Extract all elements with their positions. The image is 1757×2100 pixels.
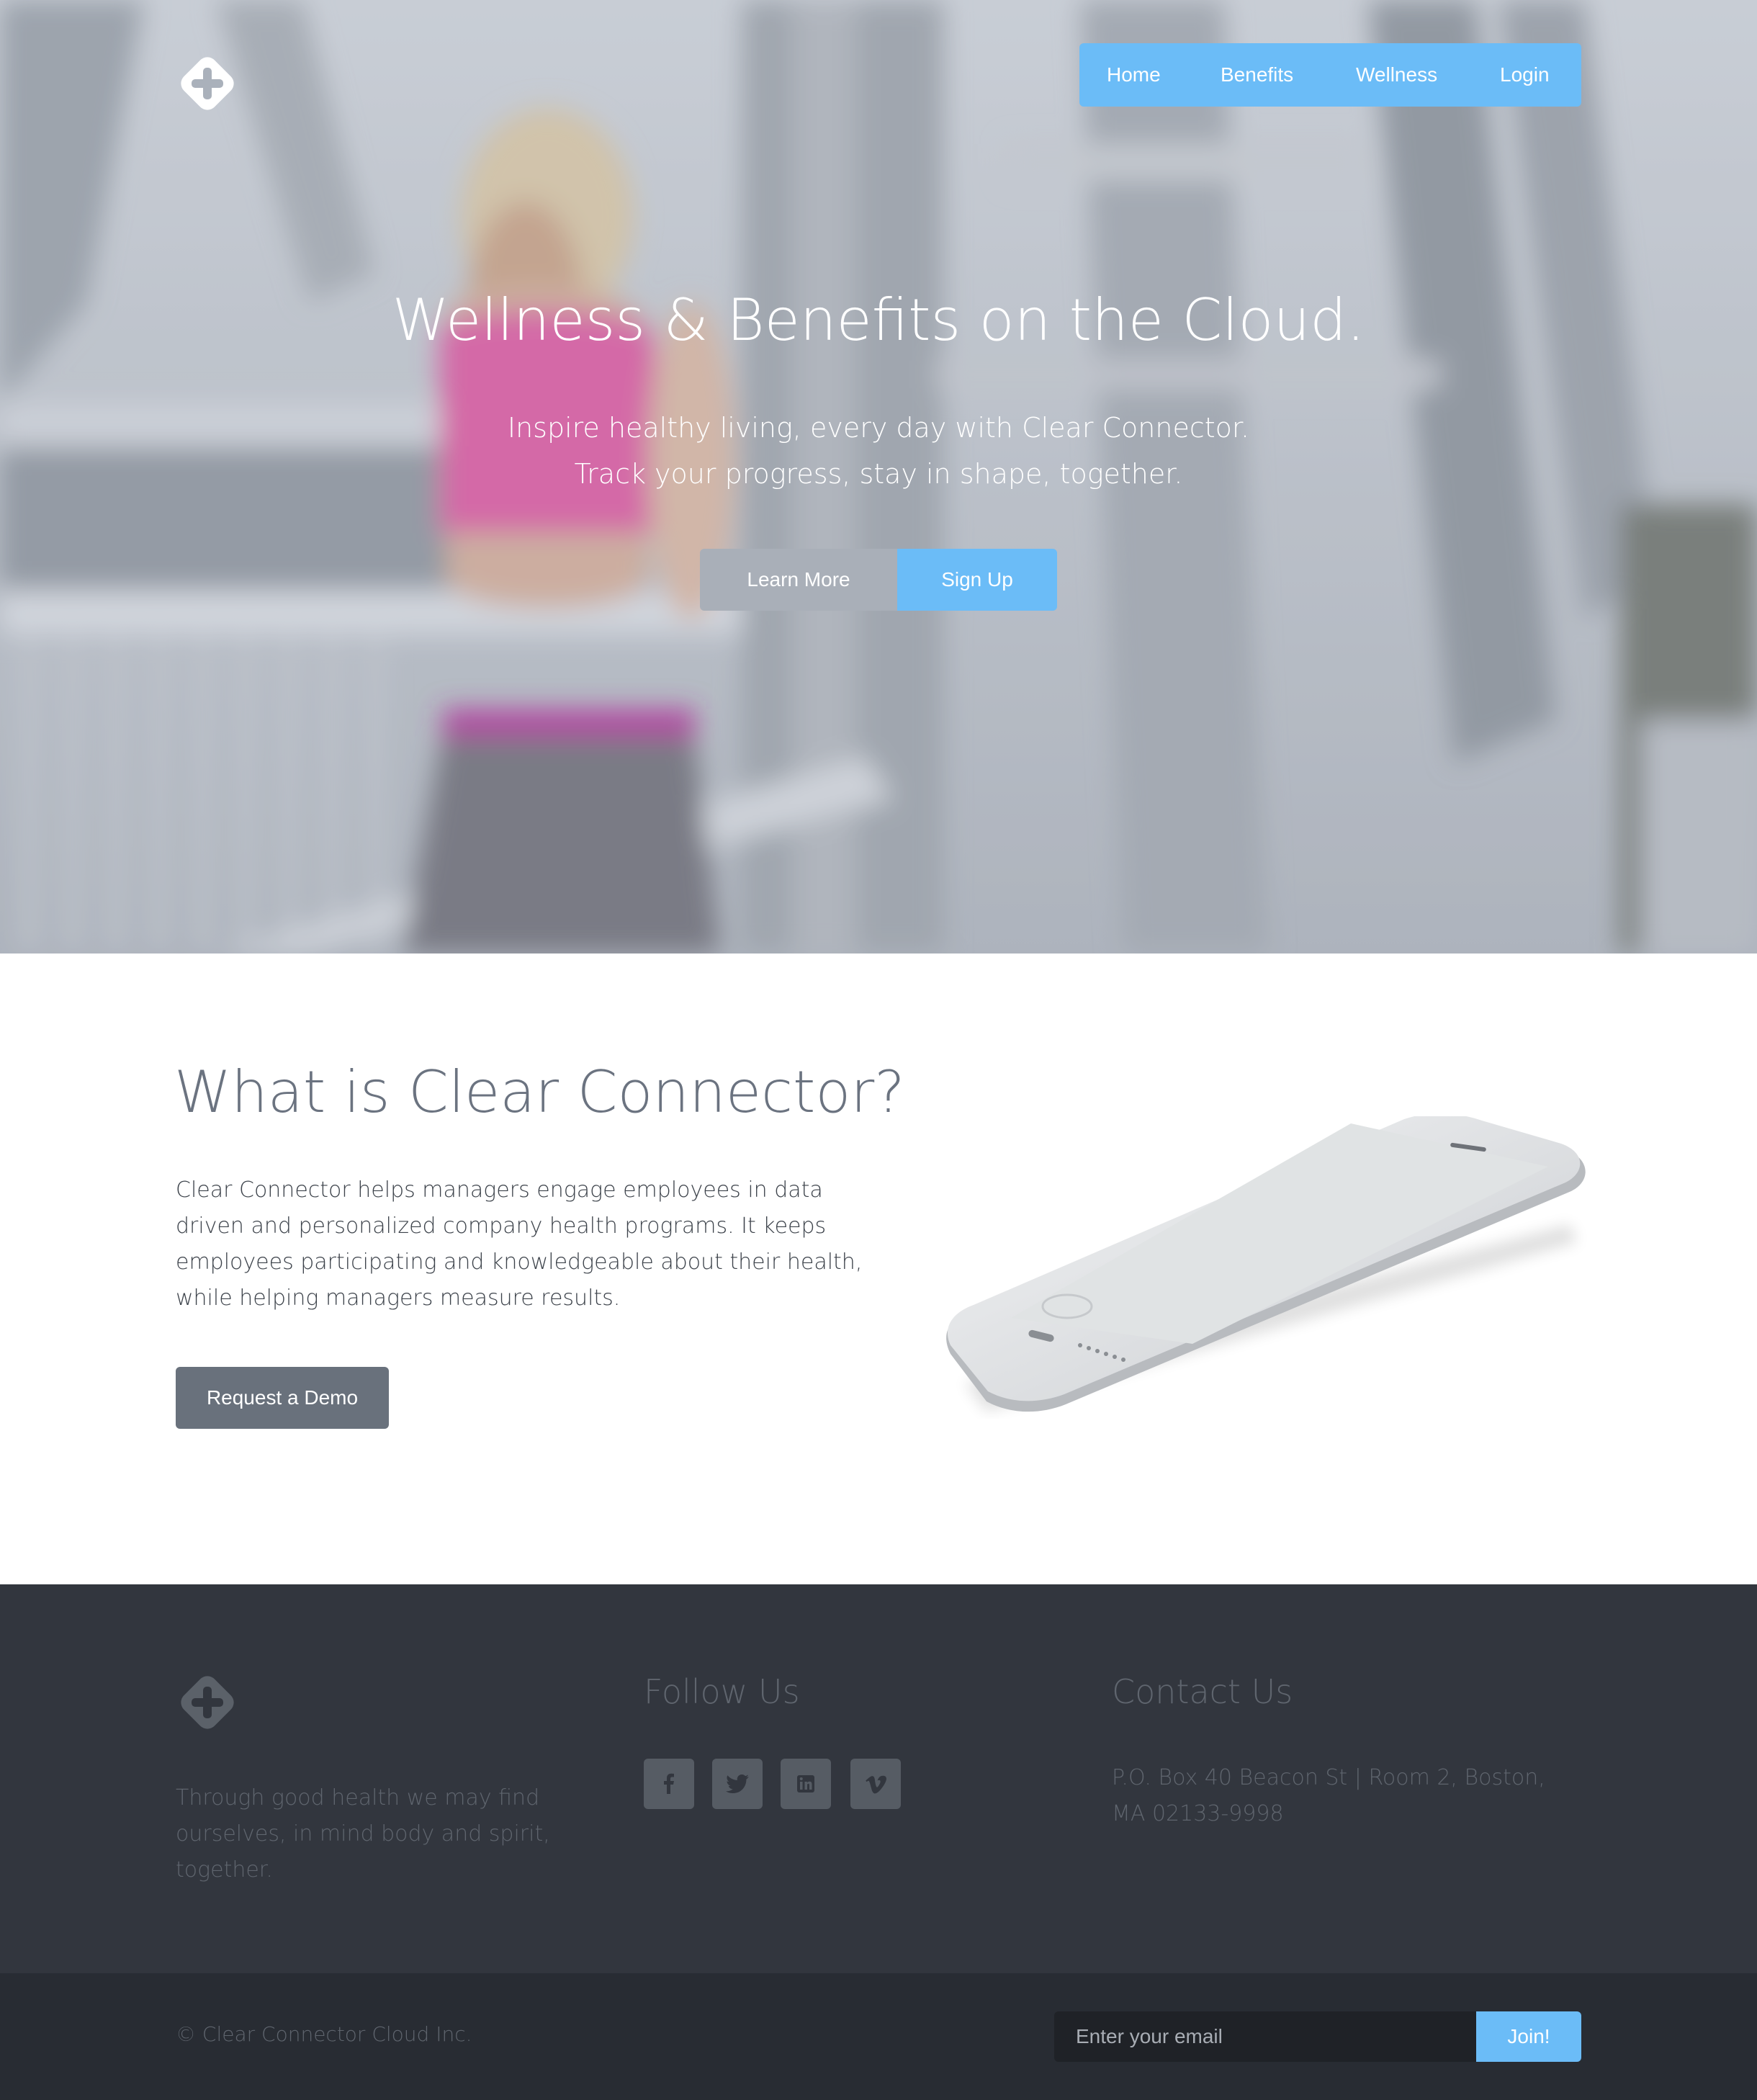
learn-more-button[interactable]: Learn More [700,549,897,611]
nav-wellness[interactable]: Wellness [1356,43,1437,107]
facebook-icon[interactable] [644,1759,694,1809]
nav-benefits[interactable]: Benefits [1221,43,1293,107]
nav-home[interactable]: Home [1107,43,1161,107]
copyright-text: © Clear Connector Cloud Inc. [176,2022,472,2046]
sign-up-button[interactable]: Sign Up [897,549,1057,611]
linkedin-icon[interactable] [781,1759,831,1809]
hero-subtitle-line2: Track your progress, stay in shape, toge… [574,458,1183,490]
phone-image [946,1116,1586,1412]
hero-title: Wellness & Benefits on the Cloud. [392,287,1365,354]
vimeo-icon[interactable] [850,1759,901,1809]
main-nav: Home Benefits Wellness Login [1079,43,1581,107]
logo-icon[interactable] [174,50,241,117]
twitter-icon[interactable] [712,1759,763,1809]
join-button[interactable]: Join! [1476,2011,1581,2062]
follow-us-heading: Follow Us [644,1672,800,1711]
contact-address: P.O. Box 40 Beacon St | Room 2, Boston, … [1112,1765,1545,1826]
nav-login[interactable]: Login [1500,43,1550,107]
contact-us-heading: Contact Us [1112,1672,1293,1711]
about-title: What is Clear Connector? [174,1059,905,1126]
footer-tagline: Through good health we may find ourselve… [176,1785,550,1883]
about-text: Clear Connector helps managers engage em… [176,1177,863,1311]
hero-subtitle-line1: Inspire healthy living, every day with C… [507,412,1250,444]
request-demo-button[interactable]: Request a Demo [176,1367,389,1429]
footer-logo-icon[interactable] [174,1669,241,1736]
email-input[interactable] [1054,2011,1476,2062]
